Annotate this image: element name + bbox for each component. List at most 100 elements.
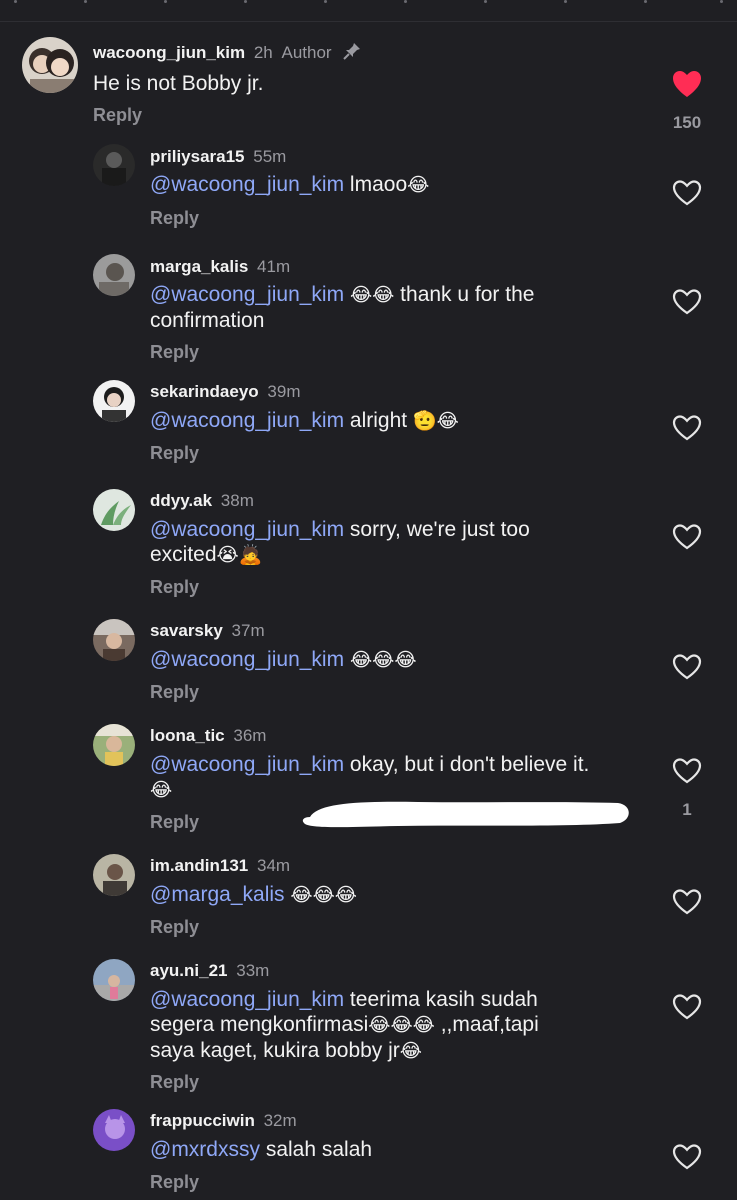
comment-text: @marga_kalis 😂😂😂	[150, 882, 357, 908]
username[interactable]: sekarindaeyo	[150, 382, 259, 401]
timestamp: 55m	[253, 147, 287, 166]
comment-meta: wacoong_jiun_kim 2h Author	[93, 41, 362, 66]
comment-text: @wacoong_jiun_kim teerima kasih sudah se…	[150, 987, 539, 1064]
avatar[interactable]	[93, 959, 135, 1001]
comment-meta: savarsky 37m	[150, 621, 265, 641]
mention-link[interactable]: @wacoong_jiun_kim	[150, 648, 344, 671]
username[interactable]: ddyy.ak	[150, 491, 212, 510]
timestamp: 39m	[267, 382, 301, 401]
avatar[interactable]	[93, 489, 135, 531]
author-badge: Author	[281, 43, 332, 62]
avatar[interactable]	[22, 37, 78, 93]
reply-button[interactable]: Reply	[150, 577, 199, 598]
mention-link[interactable]: @wacoong_jiun_kim	[150, 518, 344, 541]
username[interactable]: savarsky	[150, 621, 223, 640]
heart-outline-icon[interactable]	[672, 888, 702, 916]
username[interactable]: frappucciwin	[150, 1111, 255, 1130]
emoji: 😂	[399, 1040, 422, 1062]
reply-button[interactable]: Reply	[150, 1172, 199, 1193]
like-count: 1	[682, 800, 692, 819]
comment-meta: frappucciwin 32m	[150, 1111, 297, 1131]
reply-button[interactable]: Reply	[150, 342, 199, 363]
comment-body: alright	[344, 409, 413, 432]
comment-body: salah salah	[259, 1138, 373, 1161]
heart-outline-icon[interactable]	[672, 757, 702, 785]
comment-body: excited	[150, 543, 217, 566]
username[interactable]: loona_tic	[150, 726, 225, 745]
username[interactable]: marga_kalis	[150, 257, 248, 276]
reply-button[interactable]: Reply	[150, 682, 199, 703]
comment-body: thank u for the	[394, 283, 535, 306]
avatar[interactable]	[93, 619, 135, 661]
avatar[interactable]	[93, 144, 135, 186]
comment-body: segera mengkonfirmasi	[150, 1013, 369, 1036]
avatar[interactable]	[93, 1109, 135, 1151]
emoji: 😭🙇	[216, 544, 263, 566]
mention-link[interactable]: @wacoong_jiun_kim	[150, 988, 344, 1011]
mention-link[interactable]: @wacoong_jiun_kim	[150, 283, 344, 306]
avatar[interactable]	[93, 724, 135, 766]
comment-meta: marga_kalis 41m	[150, 257, 290, 277]
emoji: 😂😂😂	[368, 1014, 435, 1036]
comment-text: He is not Bobby jr.	[93, 72, 264, 95]
comment-body: saya kaget, kukira bobby jr	[150, 1039, 400, 1062]
timestamp: 2h	[253, 43, 273, 62]
comment-text: @wacoong_jiun_kim sorry, we're just too …	[150, 517, 530, 568]
comment-body: teerima kasih sudah	[344, 988, 538, 1011]
avatar[interactable]	[93, 854, 135, 896]
timestamp: 38m	[220, 491, 254, 510]
timestamp: 41m	[257, 257, 291, 276]
heart-outline-icon[interactable]	[672, 1143, 702, 1171]
comment-text: @wacoong_jiun_kim 😂😂😂	[150, 647, 417, 673]
comment-meta: ddyy.ak 38m	[150, 491, 254, 511]
emoji: 😂😂😂	[349, 649, 417, 671]
heart-outline-icon[interactable]	[672, 523, 702, 551]
comment-meta: sekarindaeyo 39m	[150, 382, 301, 402]
mention-link[interactable]: @wacoong_jiun_kim	[150, 409, 344, 432]
comment-body: ,,maaf,tapi	[434, 1013, 539, 1036]
timestamp: 36m	[233, 726, 267, 745]
reply-button[interactable]: Reply	[150, 917, 199, 938]
heart-outline-icon[interactable]	[672, 653, 702, 681]
mention-link[interactable]: @wacoong_jiun_kim	[150, 753, 344, 776]
heart-outline-icon[interactable]	[672, 179, 702, 207]
pin-icon	[342, 41, 362, 66]
timestamp: 37m	[231, 621, 265, 640]
timestamp: 34m	[257, 856, 291, 875]
avatar[interactable]	[93, 254, 135, 296]
heart-filled-icon[interactable]	[672, 70, 702, 98]
username[interactable]: priliysara15	[150, 147, 245, 166]
reply-button[interactable]: Reply	[150, 443, 199, 464]
emoji: 🫡😂	[412, 410, 459, 432]
mention-link[interactable]: @mxrdxssy	[150, 1138, 260, 1161]
emoji: 😂	[407, 174, 430, 196]
like-count: 150	[672, 113, 702, 132]
emoji: 😂😂😂	[290, 884, 357, 906]
emoji: 😂😂	[349, 284, 395, 306]
mention-link[interactable]: @wacoong_jiun_kim	[150, 173, 344, 196]
heart-outline-icon[interactable]	[672, 288, 702, 316]
comment-body: okay, but i don't believe it.	[344, 753, 590, 776]
reply-button[interactable]: Reply	[150, 812, 199, 833]
timestamp: 32m	[263, 1111, 297, 1130]
reply-button[interactable]: Reply	[150, 208, 199, 229]
comment-meta: loona_tic 36m	[150, 726, 266, 746]
reply-button[interactable]: Reply	[93, 105, 142, 126]
reply-button[interactable]: Reply	[150, 1072, 199, 1093]
top-edge-dots	[0, 0, 737, 8]
username[interactable]: wacoong_jiun_kim	[93, 43, 245, 62]
comment-text: @mxrdxssy salah salah	[150, 1137, 372, 1162]
username[interactable]: im.andin131	[150, 856, 248, 875]
timestamp: 33m	[236, 961, 270, 980]
username[interactable]: ayu.ni_21	[150, 961, 228, 980]
heart-outline-icon[interactable]	[672, 414, 702, 442]
comment-text: @wacoong_jiun_kim alright 🫡😂	[150, 408, 459, 434]
emoji: 😂	[150, 779, 173, 801]
avatar[interactable]	[93, 380, 135, 422]
comment-body: lmaoo	[344, 173, 408, 196]
comment-meta: priliysara15 55m	[150, 147, 286, 167]
comment-text: @wacoong_jiun_kim 😂😂 thank u for the con…	[150, 282, 534, 333]
heart-outline-icon[interactable]	[672, 993, 702, 1021]
comment-meta: ayu.ni_21 33m	[150, 961, 269, 981]
mention-link[interactable]: @marga_kalis	[150, 883, 285, 906]
